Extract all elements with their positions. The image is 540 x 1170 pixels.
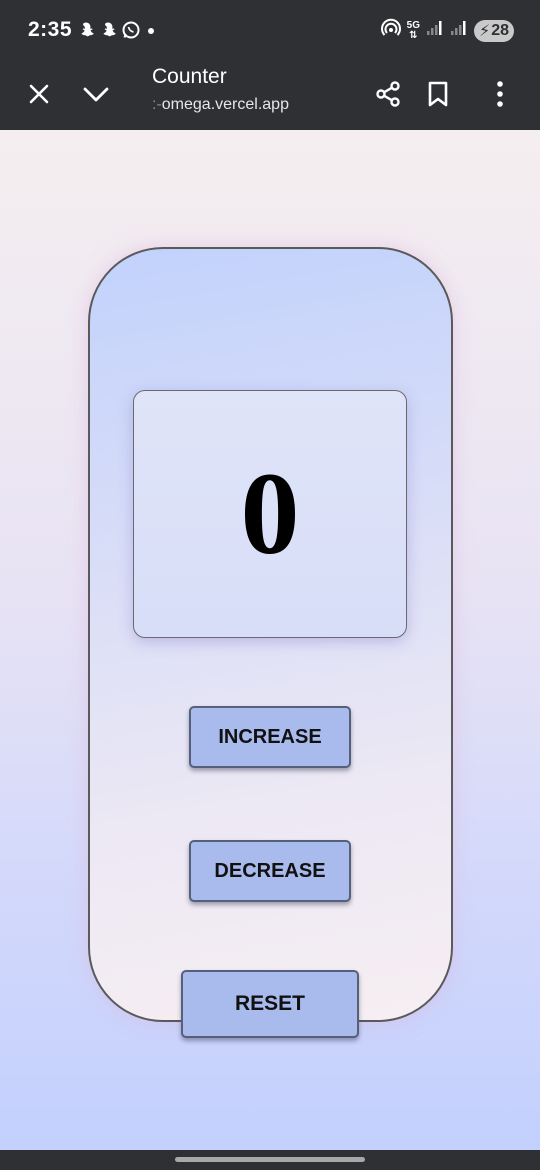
notification-icons	[77, 20, 157, 40]
chevron-down-icon[interactable]	[78, 76, 114, 112]
reset-button[interactable]: RESET	[181, 970, 359, 1038]
whatsapp-icon	[121, 20, 141, 40]
status-bar: 2:35 5G ⇅ ⚡ 28	[0, 0, 540, 58]
more-vert-icon[interactable]	[482, 76, 518, 112]
counter-value: 0	[240, 448, 300, 579]
share-icon[interactable]	[370, 76, 406, 112]
gesture-handle[interactable]	[175, 1157, 365, 1162]
signal-icon	[450, 19, 468, 42]
signal-icon	[426, 19, 444, 42]
page-title: Counter	[152, 65, 227, 88]
url-text: omega.vercel.app	[161, 96, 289, 113]
close-icon[interactable]	[21, 76, 57, 112]
snapchat-icon	[99, 21, 117, 39]
battery-charging-icon: ⚡ 28	[474, 19, 514, 42]
increase-button[interactable]: INCREASE	[189, 706, 351, 768]
bookmark-icon[interactable]	[420, 76, 456, 112]
system-nav-bar	[0, 1150, 540, 1170]
dot-icon	[145, 21, 157, 39]
web-page: 0 INCREASE DECREASE RESET	[0, 130, 540, 1150]
status-right-icons: 5G ⇅ ⚡ 28	[380, 18, 514, 43]
status-time: 2:35	[28, 18, 73, 41]
browser-toolbar: Counter :-omega.vercel.app	[0, 58, 540, 130]
network-type: 5G ⇅	[406, 19, 420, 41]
url-prefix: :-	[152, 96, 162, 113]
hotspot-icon	[380, 18, 401, 43]
snapchat-icon	[77, 21, 95, 39]
decrease-button[interactable]: DECREASE	[189, 840, 351, 902]
battery-level: 28	[491, 21, 510, 39]
counter-display: 0	[133, 390, 407, 638]
page-url[interactable]: :-omega.vercel.app	[152, 96, 289, 114]
